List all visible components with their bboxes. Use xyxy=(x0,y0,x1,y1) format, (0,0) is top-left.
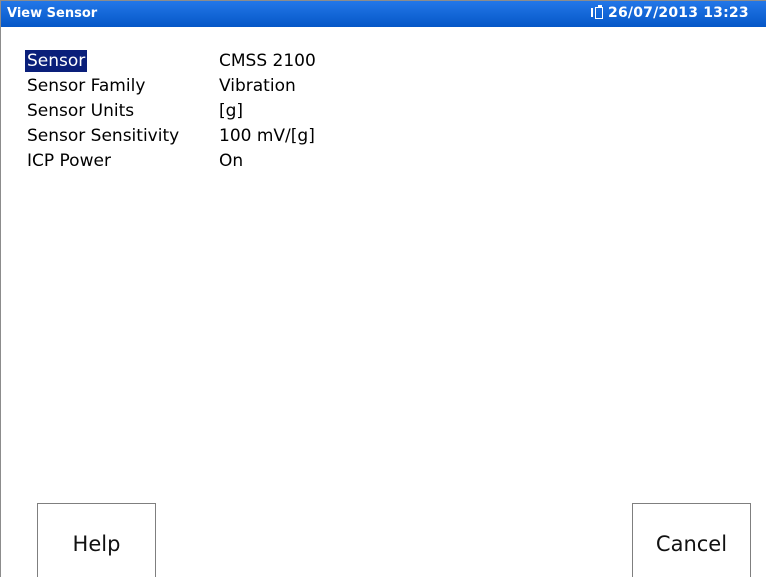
property-label[interactable]: Sensor xyxy=(25,50,88,72)
property-value: Vibration xyxy=(219,76,296,96)
property-value: On xyxy=(219,151,244,171)
property-value: [g] xyxy=(219,101,244,121)
property-label[interactable]: Sensor Family xyxy=(25,75,147,97)
property-value: CMSS 2100 xyxy=(219,51,316,71)
help-button[interactable]: Help xyxy=(37,503,156,577)
status-area: 26/07/2013 13:23 xyxy=(591,5,749,21)
view-sensor-window: View Sensor 26/07/2013 13:23 Sensor CMSS… xyxy=(0,0,766,577)
property-value: 100 mV/[g] xyxy=(219,126,315,146)
window-title: View Sensor xyxy=(7,6,98,21)
datetime-display: 26/07/2013 13:23 xyxy=(608,5,749,21)
property-label[interactable]: Sensor Units xyxy=(25,100,136,122)
property-label[interactable]: ICP Power xyxy=(25,150,113,172)
title-bar: View Sensor 26/07/2013 13:23 xyxy=(1,1,766,27)
cancel-button[interactable]: Cancel xyxy=(632,503,751,577)
property-label[interactable]: Sensor Sensitivity xyxy=(25,125,181,147)
battery-charging-icon xyxy=(591,5,606,21)
